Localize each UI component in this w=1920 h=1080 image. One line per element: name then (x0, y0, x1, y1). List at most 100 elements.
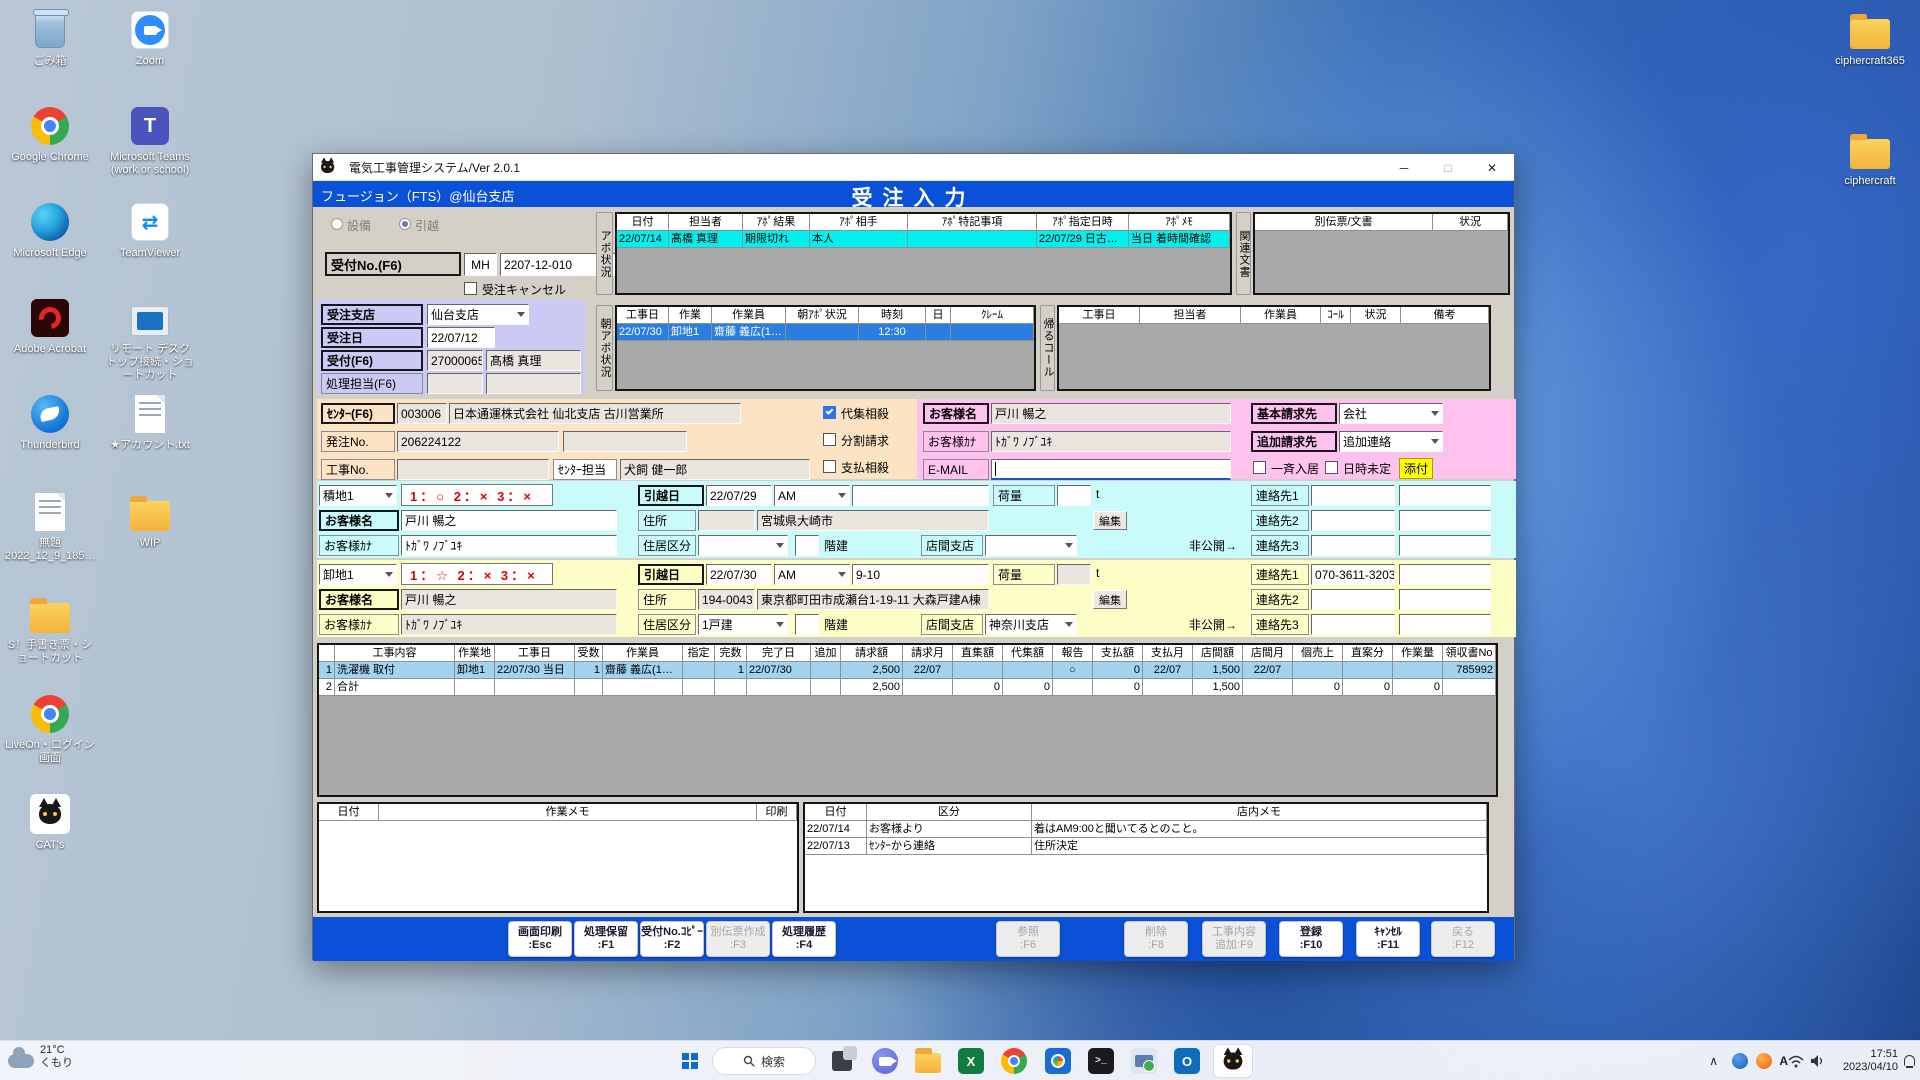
copy-no-button[interactable]: 受付No.ｺﾋﾟｰ:F2 (640, 921, 704, 957)
dropoff-floors-field[interactable] (795, 614, 819, 635)
radio-setsubi[interactable] (331, 218, 343, 230)
email-field[interactable] (991, 459, 1231, 480)
customer-kana-field[interactable]: ﾄｶﾞﾜ ﾉﾌﾞﾕｷ (991, 431, 1231, 452)
dropoff-time-window-field[interactable]: 9-10 (852, 564, 989, 585)
pickup-floors-field[interactable] (795, 535, 819, 556)
tab-kanren-bunsho[interactable]: 関連文書 (1236, 212, 1251, 295)
taskbar-icon-task-view[interactable] (824, 1045, 860, 1077)
tray-app-firefox[interactable] (1756, 1041, 1772, 1080)
desktop-icon-untitled-doc[interactable]: 無題 2022_12_9_185… (4, 490, 96, 563)
window-titlebar[interactable]: 電気工事管理システム/Ver 2.0.1 ─ □ ✕ (313, 154, 1514, 181)
taskbar-icon-system-install[interactable] (1126, 1045, 1162, 1077)
works-table-row[interactable]: 1洗濯機 取付卸地122/07/30 当日1齋藤 義広(1…122/07/302… (319, 662, 1496, 679)
pickup-contact2b-field[interactable] (1399, 510, 1491, 531)
order-cancel-checkbox[interactable] (464, 282, 477, 295)
register-button[interactable]: 登録:F10 (1279, 921, 1343, 957)
pickup-ampm-dropdown[interactable]: AM (774, 485, 850, 506)
hatchu-no-field[interactable]: 206224122 (397, 431, 559, 452)
create-slip-button[interactable]: 別伝票作成:F3 (706, 921, 770, 957)
taskbar-icon-cats-active[interactable] (1214, 1045, 1252, 1077)
desktop-icon-tegaki-shortcut[interactable]: S！手書き票・ショートカット (4, 592, 96, 665)
dropoff-contact3-field[interactable] (1311, 614, 1395, 635)
attachment-badge[interactable]: 添付 (1399, 458, 1433, 479)
pickup-zip-field[interactable] (698, 510, 755, 531)
desktop-icon-acrobat[interactable]: Adobe Acrobat (4, 296, 96, 356)
desktop-icon-wip[interactable]: WIP (104, 490, 196, 550)
customer-name-field[interactable]: 戸川 暢之 (991, 403, 1231, 424)
dropoff-jukyo-dropdown[interactable]: 1戸建 (698, 614, 788, 635)
pickup-contact3-field[interactable] (1311, 535, 1395, 556)
tray-app-blue[interactable] (1732, 1041, 1748, 1080)
pickup-contact1-field[interactable] (1311, 485, 1395, 506)
desktop-icon-rdp[interactable]: リモート デスクトップ接続・ショートカット (104, 296, 196, 382)
pickup-address-field[interactable]: 宮城県大崎市 (757, 510, 989, 531)
dropoff-zip-field[interactable]: 194-0043 (698, 589, 755, 610)
uketsuke-prefix-field[interactable]: MH (464, 253, 497, 276)
desktop-icon-teamviewer[interactable]: ⇄ TeamViewer (104, 200, 196, 260)
network-volume-group[interactable] (1788, 1041, 1824, 1080)
taskbar-icon-excel[interactable]: X (953, 1045, 989, 1077)
minimize-button[interactable]: ─ (1382, 154, 1426, 181)
delete-button[interactable]: 削除:F8 (1124, 921, 1188, 957)
add-billing-dropdown[interactable]: 追加連絡 (1339, 431, 1443, 452)
cancel-button[interactable]: ｷｬﾝｾﾙ:F11 (1356, 921, 1420, 957)
search-input[interactable]: 検索 (712, 1047, 816, 1075)
hatchu-no2-field[interactable] (563, 431, 687, 452)
asa-apo-table-row[interactable]: 22/07/30卸地1齋藤 義広(1…12:30 (617, 324, 1034, 341)
notification-bell-icon[interactable] (1904, 1055, 1915, 1066)
dropoff-date-field[interactable]: 22/07/30 (706, 564, 772, 585)
weather-widget[interactable]: 21°Cくもり (8, 1044, 73, 1070)
shop-memo-row[interactable]: 22/07/13ｾﾝﾀｰから連絡住所決定 (805, 838, 1487, 855)
center-name-field[interactable]: 日本通運株式会社 仙北支店 古川営業所 (449, 403, 741, 424)
basic-billing-dropdown[interactable]: 会社 (1339, 403, 1443, 424)
dropoff-kana-field[interactable]: ﾄｶﾞﾜ ﾉﾌﾞﾕｷ (401, 614, 617, 635)
pickup-type-dropdown[interactable]: 積地1 (319, 485, 397, 506)
pickup-jukyo-dropdown[interactable] (698, 535, 788, 556)
pickup-contact3b-field[interactable] (1399, 535, 1491, 556)
pickup-load-field[interactable] (1057, 485, 1091, 506)
radio-hikkoshi[interactable] (399, 218, 411, 230)
works-table-row[interactable]: 2合計2,5000001,500000 (319, 679, 1496, 696)
dropoff-contact1-field[interactable]: 070-3611-3203 (1311, 564, 1395, 585)
taskbar-clock[interactable]: 17:51 2023/04/10 (1843, 1048, 1898, 1074)
taskbar-icon-outlook[interactable]: O (1169, 1045, 1205, 1077)
center-tanto-field[interactable]: 犬飼 健一郎 (620, 459, 810, 480)
dropoff-contact2b-field[interactable] (1399, 589, 1491, 610)
tab-apo-status[interactable]: アポ状況 (596, 212, 613, 295)
desktop-icon-teams[interactable]: T Microsoft Teams (work or school) (104, 104, 196, 177)
dropoff-contact2-field[interactable] (1311, 589, 1395, 610)
desktop-icon-edge[interactable]: Microsoft Edge (4, 200, 96, 260)
start-button[interactable] (672, 1045, 708, 1077)
branch-dropdown[interactable]: 仙台支店 (427, 304, 529, 325)
desktop-icon-ciphercraft[interactable]: ciphercraft (1824, 128, 1916, 188)
reference-button[interactable]: 参照:F6 (996, 921, 1060, 957)
pickup-kana-field[interactable]: ﾄｶﾞﾜ ﾉﾌﾞﾕｷ (401, 535, 617, 556)
issei-nyukyo-checkbox[interactable] (1253, 461, 1266, 474)
desktop-icon-account-txt[interactable]: ★アカウント.txt (104, 392, 196, 452)
shop-memo-row[interactable]: 22/07/14お客様より着はAM9:00と聞いてるとのこと。 (805, 821, 1487, 838)
desktop-icon-thunderbird[interactable]: Thunderbird (4, 392, 96, 452)
history-button[interactable]: 処理履歴:F4 (772, 921, 836, 957)
desktop-icon-liveon[interactable]: LiveOn・ログイン画面 (4, 692, 96, 765)
pickup-name-field[interactable]: 戸川 暢之 (401, 510, 617, 531)
dropoff-address-field[interactable]: 東京都町田市成瀬台1-19-11 大森戸建A棟 (757, 589, 989, 610)
taskbar-icon-terminal[interactable]: >_ (1083, 1045, 1119, 1077)
shiharai-sousai-checkbox[interactable] (823, 460, 836, 473)
back-button[interactable]: 戻る:F12 (1431, 921, 1495, 957)
close-button[interactable]: ✕ (1470, 154, 1514, 181)
uketsuke-name-field[interactable]: 髙橋 真理 (486, 350, 581, 371)
pickup-time-window-field[interactable] (852, 485, 989, 506)
pickup-date-field[interactable]: 22/07/29 (706, 485, 772, 506)
dropoff-load-field[interactable] (1057, 564, 1091, 585)
order-date-field[interactable]: 22/07/12 (427, 327, 495, 348)
pickup-edit-button[interactable]: 編集 (1093, 511, 1127, 530)
shori-name-field[interactable] (486, 373, 581, 394)
pickup-contact2-field[interactable] (1311, 510, 1395, 531)
dropoff-edit-button[interactable]: 編集 (1093, 590, 1127, 609)
desktop-icon-recycle-bin[interactable]: ごみ箱 (4, 8, 96, 68)
tray-chevron[interactable]: ∧ (1703, 1041, 1724, 1080)
dropoff-contact3b-field[interactable] (1399, 614, 1491, 635)
maximize-button[interactable]: □ (1426, 154, 1470, 181)
pickup-contact1b-field[interactable] (1399, 485, 1491, 506)
tab-asa-apo-status[interactable]: 朝アポ状況 (596, 305, 613, 391)
